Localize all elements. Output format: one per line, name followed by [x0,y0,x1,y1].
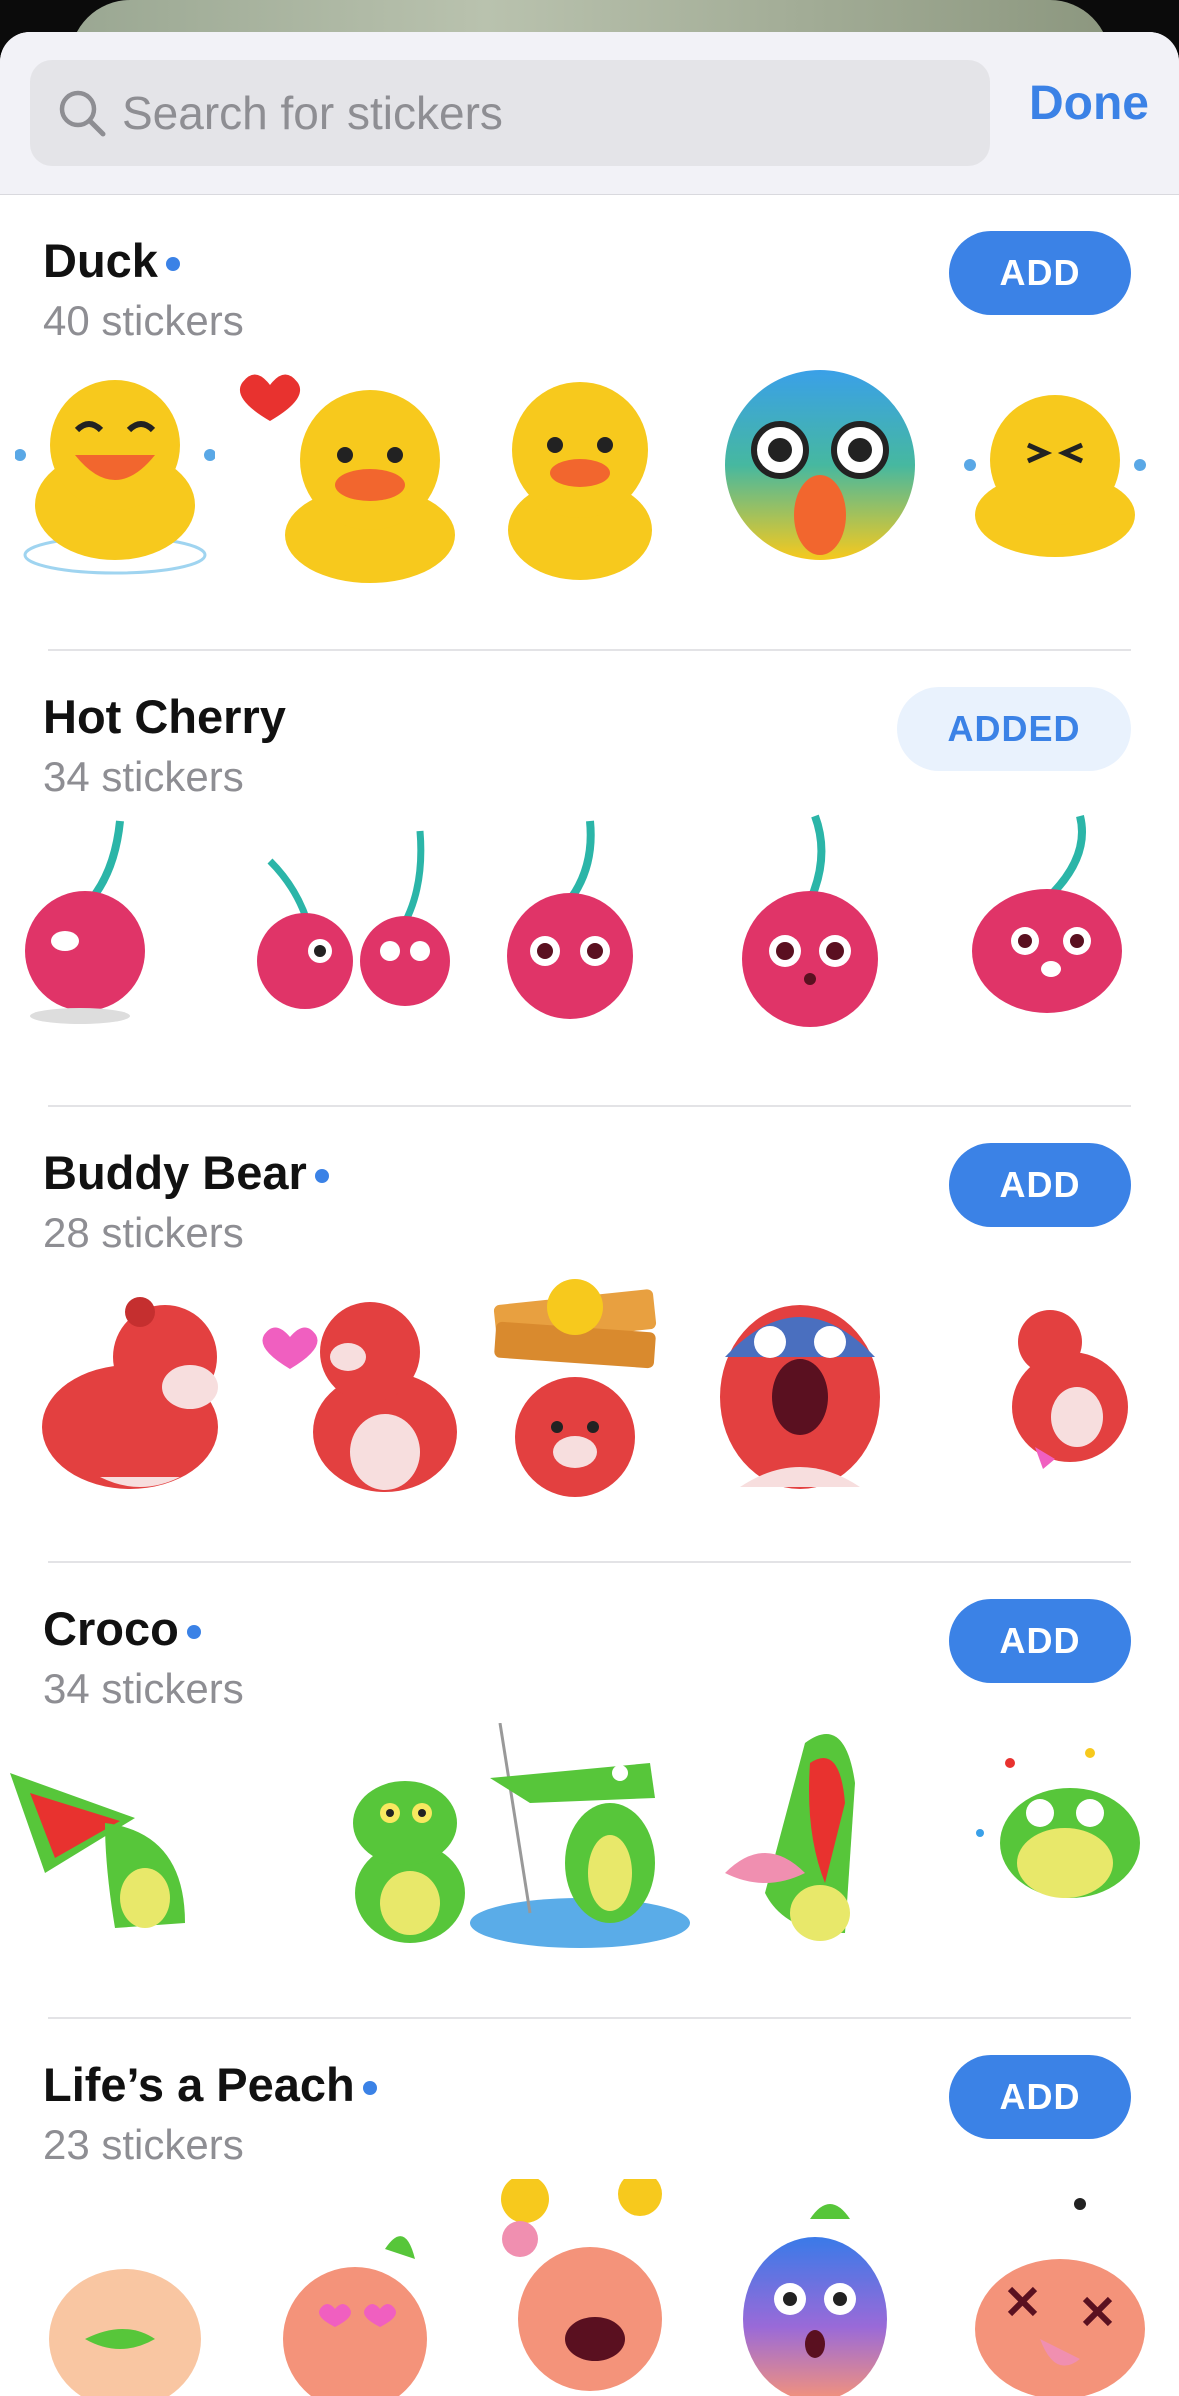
sheet-header: Done [0,32,1179,195]
sticker-preview-row [0,355,1179,615]
done-button[interactable]: Done [1029,76,1149,131]
search-bar[interactable] [30,60,990,166]
croco-tongue-sticker[interactable] [725,1723,875,1953]
sticker-preview-row [0,1267,1179,1527]
pack-title[interactable]: Croco [43,1601,179,1656]
sticker-pack-lifes-a-peach: Life’s a Peach 23 stickers ADD [0,2019,1179,2396]
sticker-sheet: Done Duck 40 stickers ADD [0,32,1179,2396]
unread-dot [362,2080,377,2095]
add-pack-button[interactable]: ADD [949,2055,1131,2139]
pack-sticker-count: 34 stickers [43,753,244,800]
cherry-pair-sticker[interactable] [250,811,460,1031]
search-icon [59,90,106,137]
sticker-preview-row [0,2179,1179,2396]
pack-title[interactable]: Hot Cherry [43,689,286,744]
peach-celebrating-sticker[interactable] [480,2179,680,2396]
added-pack-button[interactable]: ADDED [897,687,1131,771]
duck-crying-laugh-sticker[interactable] [960,355,1150,585]
croco-laughing-sticker[interactable] [5,1723,205,1953]
bear-screaming-sticker[interactable] [700,1267,900,1497]
peach-sticker[interactable] [45,2179,205,2396]
add-pack-button[interactable]: ADD [949,1143,1131,1227]
pack-sticker-count: 34 stickers [43,1665,244,1712]
bear-laughing-sticker[interactable] [40,1267,230,1497]
peach-shocked-sticker[interactable] [740,2179,890,2396]
sticker-preview-row [0,811,1179,1071]
bear-shy-sticker[interactable] [995,1267,1135,1497]
unread-dot [314,1168,329,1183]
croco-sitting-sticker[interactable] [350,1723,470,1953]
pack-sticker-count: 28 stickers [43,1209,244,1256]
pack-title[interactable]: Duck [43,233,158,288]
peach-love-sticker[interactable] [275,2179,435,2396]
cherry-sticker[interactable] [20,811,160,1031]
pack-title[interactable]: Life’s a Peach [43,2057,355,2112]
cherry-surprised-sticker[interactable] [735,811,885,1031]
pack-sticker-count: 23 stickers [43,2121,244,2168]
cherry-face-sticker[interactable] [500,811,640,1031]
croco-party-sticker[interactable] [950,1723,1150,1953]
search-input[interactable] [122,60,962,166]
duck-scared-sticker[interactable] [720,355,920,585]
croco-fishing-sticker[interactable] [470,1723,690,1953]
sticker-pack-buddy-bear: Buddy Bear 28 stickers ADD [0,1107,1179,1563]
peach-knocked-out-sticker[interactable] [970,2179,1150,2396]
unread-dot [165,256,180,271]
sticker-preview-row [0,1723,1179,1983]
add-pack-button[interactable]: ADD [949,231,1131,315]
sticker-pack-croco: Croco 34 stickers ADD [0,1563,1179,2019]
duck-sticker[interactable] [500,355,660,585]
duck-love-sticker[interactable] [235,355,460,585]
duck-laughing-sticker[interactable] [15,355,215,585]
bear-kiss-sticker[interactable] [260,1267,460,1497]
sticker-pack-hot-cherry: Hot Cherry 34 stickers ADDED [0,651,1179,1107]
sticker-pack-duck: Duck 40 stickers ADD [0,195,1179,651]
add-pack-button[interactable]: ADD [949,1599,1131,1683]
pack-title[interactable]: Buddy Bear [43,1145,307,1200]
pack-sticker-count: 40 stickers [43,297,244,344]
bear-thumbs-up-sticker[interactable] [485,1267,665,1497]
unread-dot [186,1624,201,1639]
cherry-happy-sticker[interactable] [965,811,1130,1031]
